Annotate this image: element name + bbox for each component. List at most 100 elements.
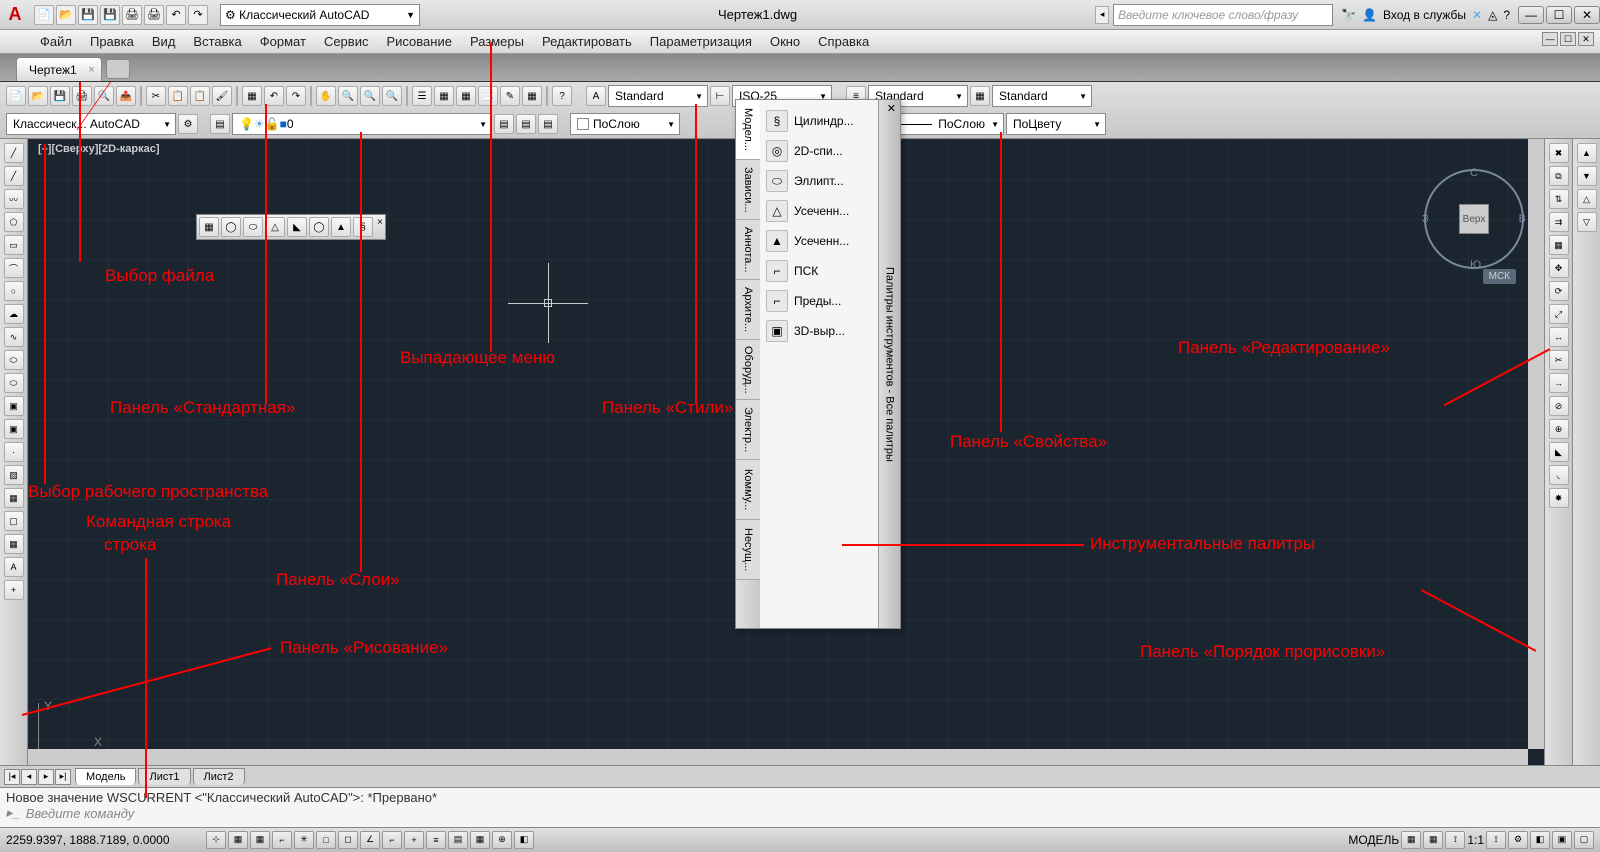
close-icon[interactable]: × [88, 64, 94, 76]
save-icon[interactable]: 💾 [50, 86, 70, 106]
zoom-prev-icon[interactable]: 🔍 [382, 86, 402, 106]
scale-icon[interactable]: ⤢ [1549, 304, 1569, 324]
quickview-icon[interactable]: ▦ [1423, 831, 1443, 849]
sc-icon[interactable]: ⊕ [492, 831, 512, 849]
palette-item[interactable]: ⌐ПСК [764, 256, 874, 286]
palette-tab-annotate[interactable]: Аннота... [736, 220, 760, 280]
search-input[interactable]: Введите ключевое слово/фразу [1113, 4, 1333, 26]
model-space-button[interactable]: МОДЕЛЬ [1348, 833, 1399, 847]
menu-format[interactable]: Формат [260, 34, 306, 49]
annoscale-icon[interactable]: ⟟ [1445, 831, 1465, 849]
fillet-icon[interactable]: ◟ [1549, 465, 1569, 485]
layout1-tab[interactable]: Лист1 [138, 768, 190, 785]
tpy-icon[interactable]: ▤ [448, 831, 468, 849]
command-line[interactable]: Новое значение WSCURRENT <"Классический … [0, 787, 1600, 827]
palette-item[interactable]: ▣3D-выр... [764, 316, 874, 346]
arc-icon[interactable]: ⌒ [4, 258, 24, 278]
palette-item[interactable]: ▲Усеченн... [764, 226, 874, 256]
infer-icon[interactable]: ⊹ [206, 831, 226, 849]
menu-file[interactable]: Файл [40, 34, 72, 49]
lwt-icon[interactable]: ≡ [426, 831, 446, 849]
sheetset-icon[interactable]: 📑 [478, 86, 498, 106]
ellipse-icon[interactable]: ⬭ [4, 350, 24, 370]
open-icon[interactable]: 📂 [28, 86, 48, 106]
palette-tab-elec[interactable]: Электр... [736, 400, 760, 460]
send-back-icon[interactable]: ▼ [1577, 166, 1597, 186]
search-left-icon[interactable]: ◂ [1095, 6, 1109, 24]
palette-tab-constraints[interactable]: Зависи... [736, 160, 760, 220]
circle-icon[interactable]: ○ [4, 281, 24, 301]
dir-north[interactable]: С [1470, 167, 1478, 179]
plot-icon[interactable]: 🖨 [72, 86, 92, 106]
polar-icon[interactable]: ✳ [294, 831, 314, 849]
sphere-icon[interactable]: ◯ [221, 217, 241, 237]
revcloud-icon[interactable]: ☁ [4, 304, 24, 324]
palette-item[interactable]: ◎2D-спи... [764, 136, 874, 166]
join-icon[interactable]: ⊕ [1549, 419, 1569, 439]
chamfer-icon[interactable]: ◣ [1549, 442, 1569, 462]
break-icon[interactable]: ⊘ [1549, 396, 1569, 416]
table-icon[interactable]: ▦ [4, 534, 24, 554]
exchange-icon[interactable]: ✕ [1472, 8, 1482, 22]
hatch-icon[interactable]: ▨ [4, 465, 24, 485]
toolbar-close-icon[interactable]: × [377, 217, 383, 237]
am-icon[interactable]: ◧ [514, 831, 534, 849]
menu-insert[interactable]: Вставка [193, 34, 241, 49]
polygon-icon[interactable]: ⬠ [4, 212, 24, 232]
copy-icon[interactable]: ⧉ [1549, 166, 1569, 186]
file-tab[interactable]: Чертеж1 × [16, 57, 102, 81]
color-dropdown[interactable]: ПоСлою [570, 113, 680, 135]
viewcube[interactable]: С Ю В З Верх [1424, 169, 1524, 269]
ortho-icon[interactable]: ⌐ [272, 831, 292, 849]
pan-icon[interactable]: ✋ [316, 86, 336, 106]
new-tab-button[interactable] [106, 59, 130, 79]
palette-tab-arch[interactable]: Архите... [736, 280, 760, 340]
hw-accel-icon[interactable]: ◧ [1530, 831, 1550, 849]
coordinates-readout[interactable]: 2259.9397, 1888.7189, 0.0000 [6, 833, 206, 847]
xline-icon[interactable]: ╱ [4, 166, 24, 186]
pline-icon[interactable]: 〰 [4, 189, 24, 209]
move-icon[interactable]: ✥ [1549, 258, 1569, 278]
plot-icon[interactable]: 🖨 [122, 5, 142, 25]
redo-icon[interactable]: ↷ [286, 86, 306, 106]
last-tab-button[interactable]: ▸| [55, 769, 71, 785]
viewport-label[interactable]: [–][Сверху][2D-каркас] [38, 143, 160, 155]
prev-tab-button[interactable]: ◂ [21, 769, 37, 785]
scale-label[interactable]: 1:1 [1467, 833, 1484, 847]
publish-icon[interactable]: 📤 [116, 86, 136, 106]
block-icon[interactable]: ▣ [4, 419, 24, 439]
array-icon[interactable]: ▦ [1549, 235, 1569, 255]
mirror-icon[interactable]: ⇅ [1549, 189, 1569, 209]
erase-icon[interactable]: ✖ [1549, 143, 1569, 163]
paste-icon[interactable]: 📋 [190, 86, 210, 106]
tool-palette[interactable]: Модел... Зависи... Аннота... Архите... О… [735, 99, 901, 629]
text-style-dropdown[interactable]: Standard [608, 85, 708, 107]
signin-label[interactable]: Вход в службы [1383, 8, 1466, 22]
clean-screen-icon[interactable]: ▢ [1574, 831, 1594, 849]
user-icon[interactable]: 👤 [1362, 8, 1377, 22]
isolate-icon[interactable]: ▣ [1552, 831, 1572, 849]
new-icon[interactable]: 📄 [6, 86, 26, 106]
otrack-icon[interactable]: ∠ [360, 831, 380, 849]
palette-item[interactable]: §Цилиндр... [764, 106, 874, 136]
cloud-icon[interactable]: ◬ [1488, 8, 1497, 22]
toolpalette-icon[interactable]: ▦ [456, 86, 476, 106]
model-tab[interactable]: Модель [75, 768, 136, 785]
layer-iso-icon[interactable]: ▤ [516, 114, 536, 134]
mdi-close-button[interactable]: ✕ [1578, 32, 1594, 46]
workspace-switcher[interactable]: Классическ... AutoCAD [6, 113, 176, 135]
helix-icon[interactable]: § [353, 217, 373, 237]
dir-south[interactable]: Ю [1470, 259, 1481, 271]
save-icon[interactable]: 💾 [78, 5, 98, 25]
horizontal-scrollbar[interactable] [28, 749, 1528, 765]
dir-west[interactable]: З [1422, 213, 1429, 225]
region-icon[interactable]: ▢ [4, 511, 24, 531]
undo-icon[interactable]: ↶ [166, 5, 186, 25]
gradient-icon[interactable]: ▦ [4, 488, 24, 508]
layer-states-icon[interactable]: ▤ [494, 114, 514, 134]
dyn-icon[interactable]: + [404, 831, 424, 849]
minimize-button[interactable]: — [1518, 6, 1544, 24]
menu-window[interactable]: Окно [770, 34, 800, 49]
first-tab-button[interactable]: |◂ [4, 769, 20, 785]
textstyle-icon[interactable]: A [586, 86, 606, 106]
